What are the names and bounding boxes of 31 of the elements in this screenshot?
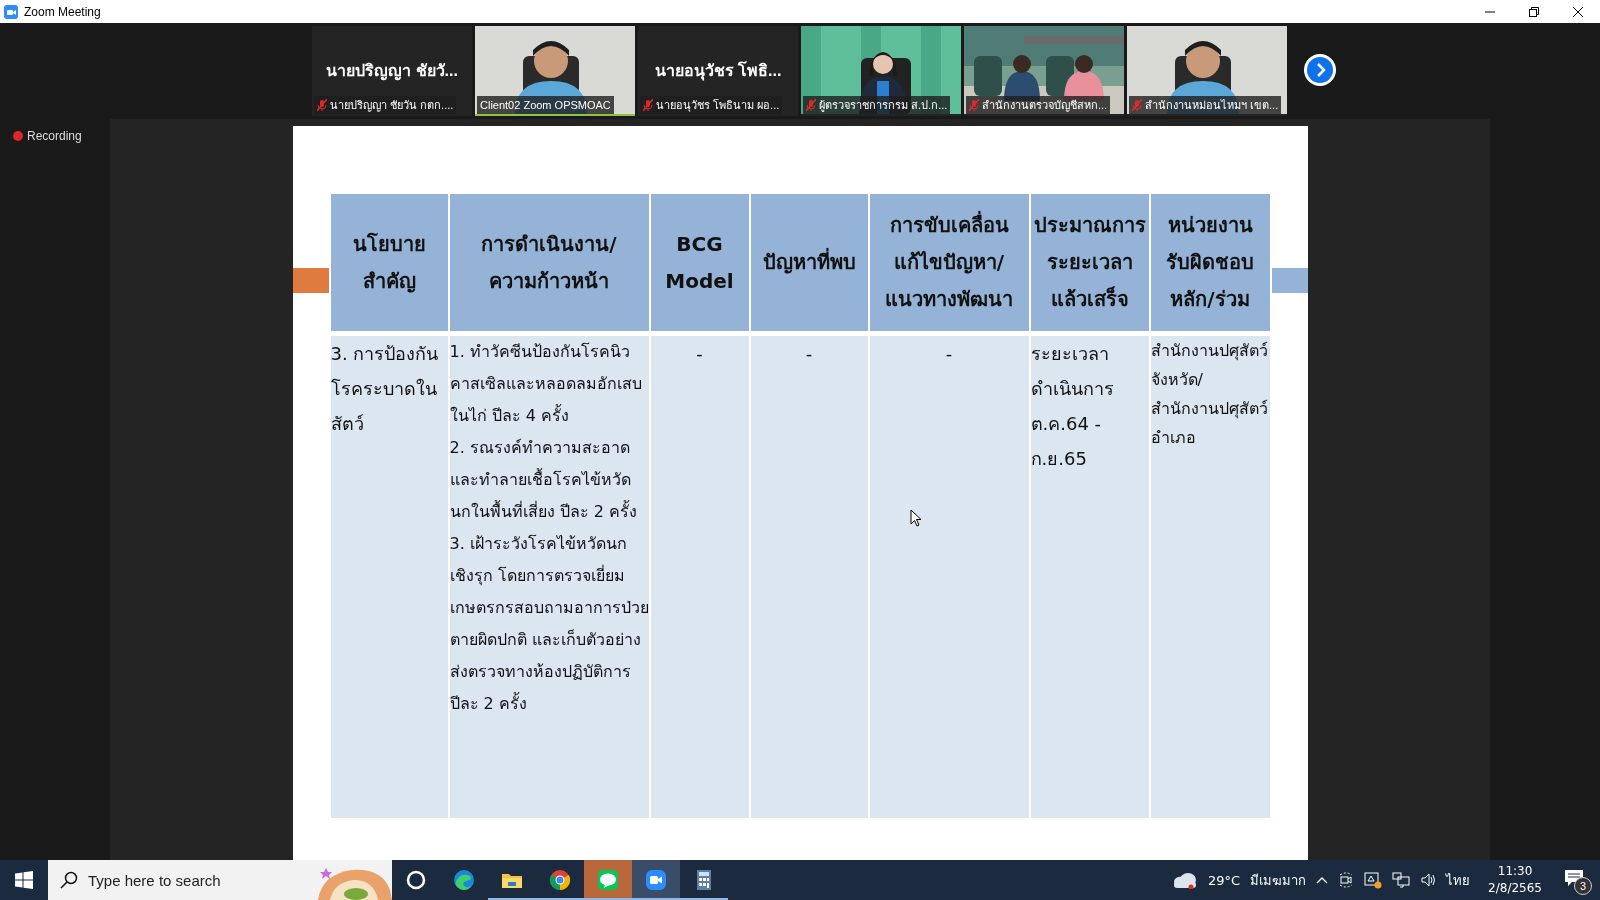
table-cell: 1. ทำวัคซีนป้องกันโรคนิวคาสเซิลและหลอดลมอักเสบในไก่ ปีละ 4 ครั้ง 2. รณรงค์ทำความสะอาดและทำลายเชื้อโรคไข้หวัดนกในพื้นที่เสี่ยง ปีละ 2 ครั้ง 3. เฝ้าระวังโรคไข้หวัดนกเชิงรุก โดยการตรวจเยี่ยมเกษตรกรสอบถามอาการป่วยตายผิดปกติ และเก็บตัวอย่างส่งตรวจทางห้องปฏิบัติการ ปีละ 2 ครั้ง <box>449 336 649 818</box>
recording-label: Recording <box>27 129 82 143</box>
participant-label: สำนักงานตรวจบัญชีสหก... <box>982 98 1108 114</box>
notifications-button[interactable]: 3 <box>1560 867 1592 893</box>
table-cell: - <box>750 336 868 818</box>
table-cell: - <box>650 336 749 818</box>
participant-tile[interactable]: Client02 Zoom OPSMOAC <box>475 26 635 116</box>
participant-tile[interactable]: นายอนุวัชร โพธิ... นายอนุวัชร โพธินาม ผอ... <box>638 26 798 116</box>
table-cell: - <box>869 336 1029 818</box>
participant-name: นายอนุวัชร โพธิ... <box>653 60 783 83</box>
weather-temperature[interactable]: 29°C <box>1207 872 1241 888</box>
table-cell: สำนักงานปศุสัตว์จังหวัด/สำนักงานปศุสัตว์อำเภอ <box>1150 336 1270 818</box>
table-cell: ระยะเวลาดำเนินการ ต.ค.64 - ก.ย.65 <box>1030 336 1149 818</box>
window-title: Zoom Meeting <box>24 4 101 19</box>
participant-label: ผู้ตรวจราชการกรม ส.ป.ก... <box>819 98 948 114</box>
participant-name: นายปริญญา ชัยวั... <box>325 61 459 83</box>
participant-tile[interactable]: ผู้ตรวจราชการกรม ส.ป.ก... <box>801 26 961 116</box>
participant-label: นายปริญญา ชัยวัน กตก.... <box>330 98 454 114</box>
participant-tile[interactable]: นายปริญญา ชัยวั... นายปริญญา ชัยวัน กตก.... <box>312 26 472 116</box>
participant-label: สำนักงานหม่อนไหมฯ เขต... <box>1145 98 1279 113</box>
participant-tile[interactable]: สำนักงานหม่อนไหมฯ เขต... <box>1127 26 1287 116</box>
participant-tile[interactable]: สำนักงานตรวจบัญชีสหก... <box>964 26 1124 116</box>
clock-date[interactable]: 2/8/2565 <box>1488 880 1542 897</box>
participant-label: Client02 Zoom OPSMOAC <box>480 99 611 111</box>
search-box[interactable]: Type here to search <box>48 860 392 900</box>
table-cell: 3. การป้องกันโรคระบาดในสัตว์ <box>330 336 448 818</box>
weather-condition[interactable]: มีเมฆมาก <box>1250 869 1307 891</box>
input-language[interactable]: ไทย <box>1446 869 1471 891</box>
participant-label: นายอนุวัชร โพธินาม ผอ... <box>656 98 780 114</box>
notification-count: 3 <box>1574 877 1592 895</box>
clock-time[interactable]: 11:30 <box>1497 863 1533 880</box>
